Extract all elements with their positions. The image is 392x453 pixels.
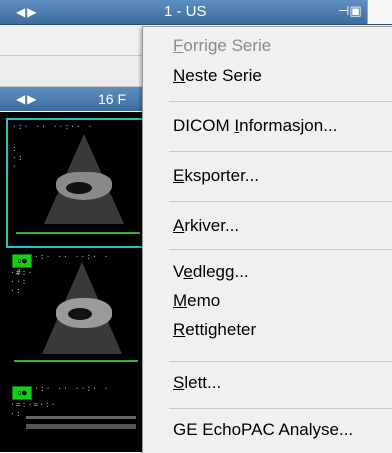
ecg-trace [16,232,140,234]
menu-item-memo[interactable]: Memo [173,291,220,311]
menu-item-eksporter[interactable]: Eksporter... [173,166,259,186]
context-menu: Forrige Serie Neste Serie DICOM Informas… [142,26,392,453]
overlay-text: : ·: · [12,144,24,171]
overlay-text: ·:· ·· ··:· · [34,384,110,393]
thumbnail-list: ·:· ·· ··:·· · : ·: · ▫● ·:· ·· ··:· · ·#:… [0,112,152,452]
ultrasound-chamber [68,308,92,320]
menu-item-dicom-informasjon[interactable]: DICOM Informasjon... [173,116,337,136]
ultrasound-thumbnail-1[interactable]: ·:· ·· ··:·· · : ·: · [6,118,150,248]
ultrasound-thumbnail-2[interactable]: ▫● ·:· ·· ··:· · ·#:· ··: ·: [6,250,146,374]
ultrasound-chamber [66,182,92,194]
menu-item-arkiver[interactable]: Arkiver... [173,216,239,236]
badge-icon: ▫● [12,254,32,268]
menu-separator [169,408,392,409]
ecg-trace [14,360,138,362]
ultrasound-thumbnail-3[interactable]: ▫● ·:· ·· ··:· · ·=:·=·:· ·: [6,382,146,452]
menu-separator [169,151,392,152]
left-right-arrows-icon[interactable]: ◀▶ [16,5,38,19]
mmode-trace [26,424,136,429]
badge-icon: ▫● [12,386,32,400]
menu-item-forrige-serie[interactable]: Forrige Serie [173,36,271,56]
overlay-text: ·:· ·· ··:·· · [12,122,94,131]
menu-separator [169,361,392,362]
overlay-text: ·#:· ··: ·: [10,268,34,295]
menu-separator [169,249,392,250]
mmode-trace [26,416,136,419]
menu-separator [169,201,392,202]
menu-item-slett[interactable]: Slett... [173,373,221,393]
overlay-text: ·:· ·· ··:· · [34,252,110,261]
menu-item-neste-serie[interactable]: Neste Serie [173,66,262,86]
window-corner [367,0,392,24]
menu-item-vedlegg[interactable]: Vedlegg... [173,262,249,282]
menu-separator [169,101,392,102]
left-right-arrows-icon[interactable]: ◀▶ [16,92,38,106]
pin-icon[interactable]: ⊣▣ [338,4,362,19]
series-header-bar: ◀▶ 1 - US ⊣▣ [0,0,392,25]
thumbnail-panel-header: ◀▶ 16 F [0,87,152,111]
menu-item-rettigheter[interactable]: Rettigheter [173,320,256,340]
menu-item-ge-echopac-analyse[interactable]: GE EchoPAC Analyse... [173,420,353,440]
series-title: 1 - US [164,3,207,20]
panel-title: 16 F [98,91,127,107]
